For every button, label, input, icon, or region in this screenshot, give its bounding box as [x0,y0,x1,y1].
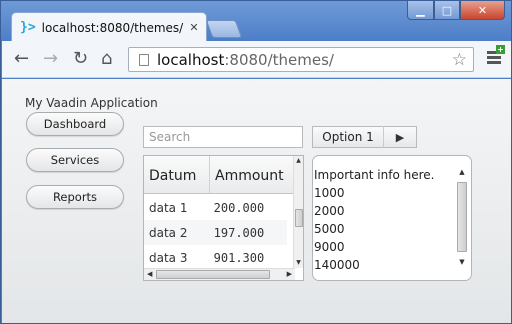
home-icon[interactable]: ⌂ [101,50,112,68]
scroll-up-icon[interactable]: ▲ [456,166,468,178]
close-icon: ✕ [477,3,488,17]
table-row[interactable]: data 3 901.300 [144,245,287,270]
back-arrow-icon[interactable]: ← [14,50,29,68]
nav-button-services[interactable]: Services [26,148,124,172]
play-arrow-button[interactable]: ▶ [383,126,417,148]
url-host: localhost [157,50,225,69]
table-row[interactable]: data 1 200.000 [144,195,287,220]
column-header-ammount[interactable]: Ammount [210,156,296,193]
scroll-down-icon[interactable]: ▼ [456,256,468,268]
table-cell: data 3 [149,250,188,265]
window-controls: ▁ □ ✕ [407,1,505,20]
panel-vertical-scrollbar[interactable]: ▲ ▼ [456,166,468,268]
scroll-down-icon[interactable]: ▼ [294,258,303,268]
panel-content: Important info here. 1000 2000 5000 9000… [314,166,454,274]
minimize-button[interactable]: ▁ [407,1,434,20]
play-icon: ▶ [395,130,405,144]
nav-button-dashboard[interactable]: Dashboard [26,112,124,136]
address-bar[interactable]: localhost:8080/themes/ ☆ [128,47,474,72]
scroll-thumb[interactable] [457,182,467,252]
vaadin-logo-icon: }> [20,20,36,35]
browser-window: ▁ □ ✕ }> localhost:8080/themes/ ✕ ← → ↻ … [0,0,512,324]
browser-tab[interactable]: }> localhost:8080/themes/ ✕ [11,12,207,42]
data-table: Datum Ammount data 1 200.000 data 2 197.… [143,155,304,281]
bookmark-star-icon[interactable]: ☆ [452,50,467,70]
panel-line: 1000 [314,186,345,200]
table-cell: data 1 [149,200,188,215]
table-cell: 901.300 [213,250,265,265]
maximize-icon: □ [441,3,453,17]
column-header-datum[interactable]: Datum [144,156,210,193]
new-tab-button[interactable] [205,20,243,38]
scroll-up-icon[interactable]: ▲ [294,156,303,166]
table-header: Datum Ammount [144,156,296,194]
page-icon [139,53,149,66]
table-body: data 1 200.000 data 2 197.000 data 3 901… [144,195,287,270]
table-cell: data 2 [149,225,188,240]
page-viewport: My Vaadin Application Dashboard Services… [2,79,511,323]
scroll-thumb[interactable] [295,209,303,227]
tab-close-icon[interactable]: ✕ [186,21,202,34]
scroll-thumb[interactable] [156,270,270,279]
panel-line: 9000 [314,240,345,254]
panel-line: 140000 [314,258,360,272]
panel-line: 2000 [314,204,345,218]
close-window-button[interactable]: ✕ [460,1,505,20]
minimize-icon: ▁ [416,3,425,17]
url-text: localhost:8080/themes/ [157,51,452,69]
table-horizontal-scrollbar[interactable]: ◀ ▶ [144,268,295,280]
tab-title: localhost:8080/themes/ [41,20,184,35]
browser-toolbar: ← → ↻ ⌂ localhost:8080/themes/ ☆ + [2,41,511,78]
table-row[interactable]: data 2 197.000 [144,220,287,245]
table-vertical-scrollbar[interactable]: ▲ ▼ [293,156,303,268]
info-panel: Important info here. 1000 2000 5000 9000… [312,155,472,281]
search-input[interactable]: Search [143,126,303,148]
forward-arrow-icon[interactable]: → [43,50,58,68]
table-cell: 200.000 [213,200,265,215]
url-path: :8080/themes/ [224,50,334,69]
maximize-button[interactable]: □ [434,1,460,20]
extension-badge-icon: + [496,45,505,54]
app-title: My Vaadin Application [25,96,158,110]
panel-line: Important info here. [314,168,435,182]
scroll-right-icon[interactable]: ▶ [287,269,292,280]
scroll-left-icon[interactable]: ◀ [147,269,152,280]
table-cell: 197.000 [213,225,265,240]
panel-line: 5000 [314,222,345,236]
option-select[interactable]: Option 1 [312,126,384,148]
nav-button-reports[interactable]: Reports [26,185,124,209]
reload-icon[interactable]: ↻ [73,50,88,68]
